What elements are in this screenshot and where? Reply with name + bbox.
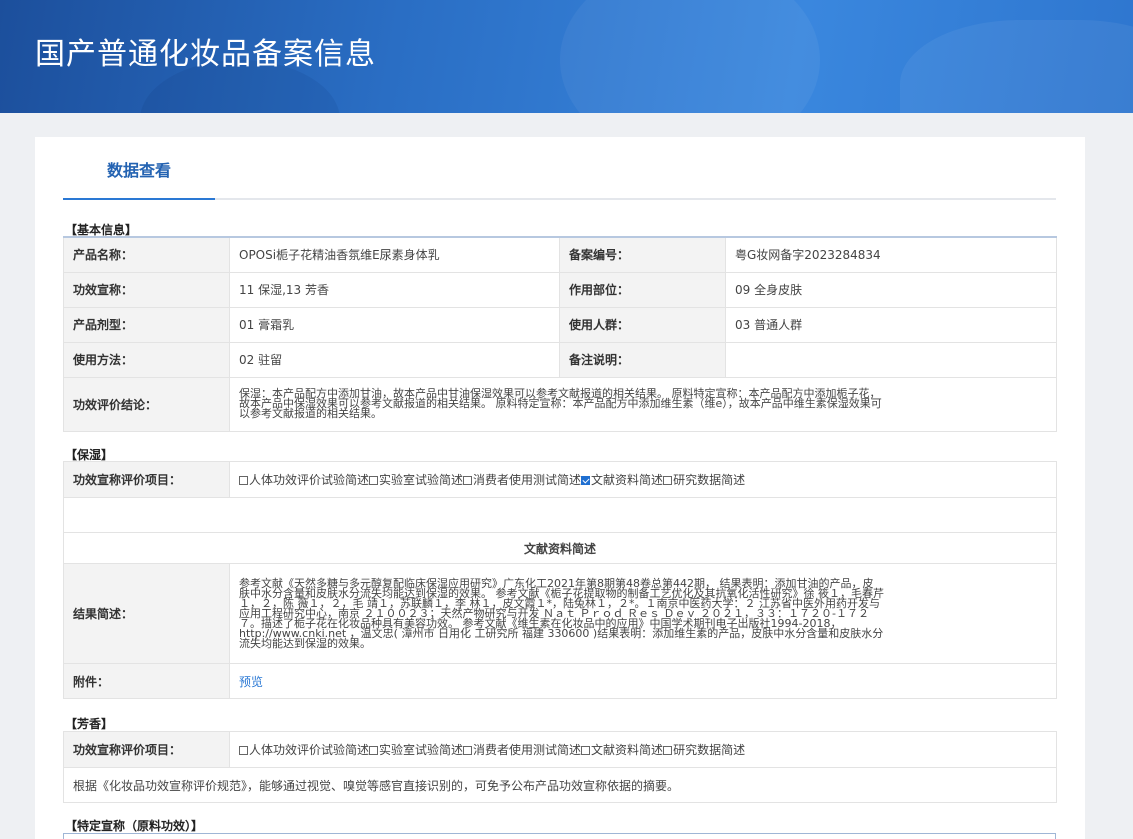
table-row: 功效评价结论： 保湿：本产品配方中添加甘油，故本产品中甘油保湿效果可以参考文献报… <box>63 376 1057 432</box>
result-label: 结果简述： <box>63 563 230 664</box>
site-value: 09 全身皮肤 <box>725 271 1057 308</box>
table-row: 附件： 预览 <box>63 663 1057 699</box>
banner-decoration <box>900 20 1133 113</box>
moisture-option-literature[interactable]: 文献资料简述 <box>581 473 663 487</box>
efficacy-label: 功效宣称： <box>63 271 230 308</box>
product-name-label: 产品名称： <box>63 236 230 273</box>
moisture-option-consumer[interactable]: 消费者使用测试简述 <box>463 473 581 487</box>
fragrance-option-human[interactable]: 人体功效评价试验简述 <box>239 743 369 757</box>
fragrance-items-label: 功效宣称评价项目： <box>63 731 230 768</box>
usage-label: 使用方法： <box>63 341 230 378</box>
product-name-value: OPOSi栀子花精油香氛维E尿素身体乳 <box>229 236 560 273</box>
site-label: 作用部位： <box>559 271 726 308</box>
checkbox[interactable] <box>663 746 673 755</box>
tab-data-view[interactable]: 数据查看 <box>63 137 215 200</box>
literature-subheader: 文献资料简述 <box>63 532 1057 564</box>
preview-link[interactable]: 预览 <box>239 675 263 689</box>
moisture-option-human[interactable]: 人体功效评价试验简述 <box>239 473 369 487</box>
checkbox[interactable] <box>239 476 248 485</box>
result-text: 参考文献《天然多糖与多元醇复配临床保湿应用研究》广东化工2021年第8期第48卷… <box>239 576 884 650</box>
checkbox[interactable] <box>239 746 248 755</box>
attachment-value: 预览 <box>229 663 1057 699</box>
checkbox[interactable] <box>463 746 473 755</box>
table-row: 功效宣称评价项目： 人体功效评价试验简述 实验室试验简述 消费者使用测试简述 文献资料… <box>63 461 1057 498</box>
moisture-option-research[interactable]: 研究数据简述 <box>663 473 745 487</box>
checkbox[interactable] <box>663 476 673 485</box>
checkbox[interactable] <box>369 746 379 755</box>
people-label: 使用人群： <box>559 306 726 343</box>
page-banner: 国产普通化妆品备案信息 <box>0 0 1133 113</box>
remark-value <box>725 341 1057 378</box>
checkbox[interactable] <box>581 746 591 755</box>
fragrance-option-research[interactable]: 研究数据简述 <box>663 743 745 757</box>
table-row: 产品剂型： 01 膏霜乳 使用人群： 03 普通人群 <box>63 306 1057 343</box>
table-row: 使用方法： 02 驻留 备注说明： <box>63 341 1057 378</box>
content-card: 数据查看 【基本信息】 产品名称： OPOSi栀子花精油香氛维E尿素身体乳 备案… <box>35 137 1085 839</box>
moisture-option-lab[interactable]: 实验室试验简述 <box>369 473 463 487</box>
form-label: 产品剂型： <box>63 306 230 343</box>
result-value: 参考文献《天然多糖与多元醇复配临床保湿应用研究》广东化工2021年第8期第48卷… <box>229 563 1057 664</box>
fragrance-option-consumer[interactable]: 消费者使用测试简述 <box>463 743 581 757</box>
conclusion-text: 保湿：本产品配方中添加甘油，故本产品中甘油保湿效果可以参考文献报道的相关结果。 … <box>239 387 882 420</box>
record-no-value: 粤G妆网备字2023284834 <box>725 236 1057 273</box>
form-value: 01 膏霜乳 <box>229 306 560 343</box>
table-row: 文献资料简述 <box>63 532 1057 564</box>
table-row: 结果简述： 参考文献《天然多糖与多元醇复配临床保湿应用研究》广东化工2021年第… <box>63 563 1057 664</box>
record-no-label: 备案编号： <box>559 236 726 273</box>
fragrance-table: 功效宣称评价项目： 人体功效评价试验简述 实验室试验简述 消费者使用测试简述 文献资料… <box>63 731 1057 803</box>
fragrance-option-literature[interactable]: 文献资料简述 <box>581 743 663 757</box>
table-row: 功效宣称： 11 保湿,13 芳香 作用部位： 09 全身皮肤 <box>63 271 1057 308</box>
section-title-fragrance: 【芳香】 <box>65 717 114 731</box>
tab-bar: 数据查看 <box>63 137 1056 200</box>
people-value: 03 普通人群 <box>725 306 1057 343</box>
efficacy-value: 11 保湿,13 芳香 <box>229 271 560 308</box>
checkbox[interactable] <box>463 476 473 485</box>
moisture-options: 人体功效评价试验简述 实验室试验简述 消费者使用测试简述 文献资料简述 研究数据简述 <box>229 461 1057 498</box>
checkbox[interactable] <box>369 476 379 485</box>
remark-label: 备注说明： <box>559 341 726 378</box>
conclusion-label: 功效评价结论： <box>63 376 230 432</box>
conclusion-value: 保湿：本产品配方中添加甘油，故本产品中甘油保湿效果可以参考文献报道的相关结果。 … <box>229 376 1057 432</box>
table-row: 功效宣称评价项目： 人体功效评价试验简述 实验室试验简述 消费者使用测试简述 文献资料… <box>63 731 1057 768</box>
special-table-edge <box>63 833 1056 839</box>
fragrance-options: 人体功效评价试验简述 实验室试验简述 消费者使用测试简述 文献资料简述 研究数据简述 <box>229 731 1057 768</box>
fragrance-option-lab[interactable]: 实验室试验简述 <box>369 743 463 757</box>
attachment-label: 附件： <box>63 663 230 699</box>
basic-info-table: 产品名称： OPOSi栀子花精油香氛维E尿素身体乳 备案编号： 粤G妆网备字20… <box>63 236 1057 432</box>
table-row: 根据《化妆品功效宣称评价规范》，能够通过视觉、嗅觉等感官直接识别的，可免予公布产… <box>63 767 1057 803</box>
table-row <box>63 497 1057 533</box>
empty-row <box>63 497 1057 533</box>
banner-decoration <box>560 0 820 113</box>
table-row: 产品名称： OPOSi栀子花精油香氛维E尿素身体乳 备案编号： 粤G妆网备字20… <box>63 236 1057 273</box>
moisture-table: 功效宣称评价项目： 人体功效评价试验简述 实验室试验简述 消费者使用测试简述 文献资料… <box>63 461 1057 699</box>
page-title: 国产普通化妆品备案信息 <box>35 37 376 72</box>
section-title-special: 【特定宣称（原料功效）】 <box>65 819 204 833</box>
moisture-items-label: 功效宣称评价项目： <box>63 461 230 498</box>
fragrance-note: 根据《化妆品功效宣称评价规范》，能够通过视觉、嗅觉等感官直接识别的，可免予公布产… <box>63 767 1057 803</box>
usage-value: 02 驻留 <box>229 341 560 378</box>
checkbox-checked[interactable] <box>581 476 591 485</box>
